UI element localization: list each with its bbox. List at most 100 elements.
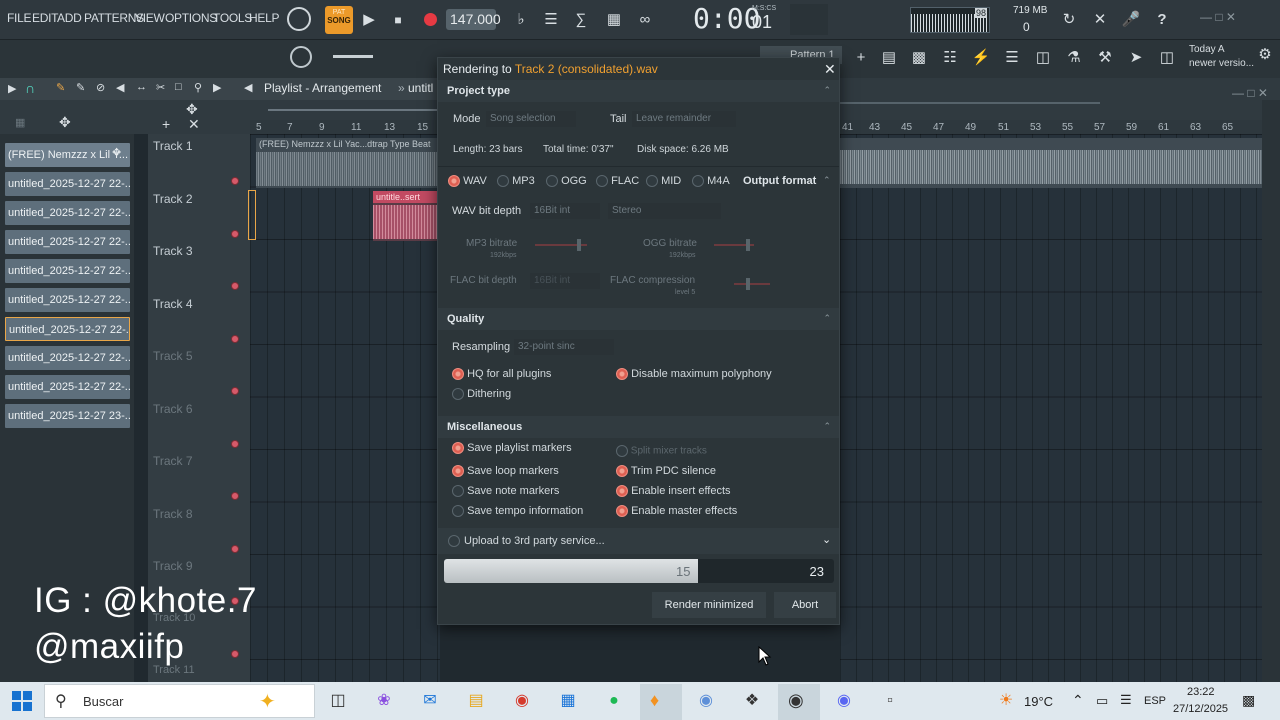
play-icon[interactable]: ▶ <box>358 9 380 31</box>
delete-icon[interactable]: ⊘ <box>96 81 105 94</box>
taskbar-active-app-2[interactable]: ◉ <box>778 684 820 720</box>
spotify-icon[interactable]: ● <box>602 690 626 712</box>
help-icon[interactable]: ? <box>1151 9 1173 31</box>
pattern-item[interactable]: untitled_2025-12-27 22-... <box>5 375 130 399</box>
playlist-window-controls[interactable]: — □ ✕ <box>1232 86 1268 100</box>
quality-header[interactable]: Quality ⌃ <box>438 308 839 330</box>
copilot-icon[interactable]: ❀ <box>372 690 396 712</box>
add-track-icon[interactable]: + <box>162 116 170 132</box>
notepad-icon[interactable]: ▫ <box>878 690 902 712</box>
menu-view[interactable]: VIEW <box>135 11 165 25</box>
window-controls[interactable]: — □ ✕ <box>1200 10 1236 24</box>
menu-add[interactable]: ADD <box>57 11 82 25</box>
flac-compression-slider[interactable] <box>734 278 770 290</box>
playlist-menu-icon[interactable]: ▶ <box>8 82 16 95</box>
format-flac[interactable]: FLAC <box>596 175 639 188</box>
plugin-picker-icon[interactable]: ✕ <box>1089 9 1111 31</box>
pattern-options-icon[interactable]: ✥ <box>112 146 121 159</box>
misc-header[interactable]: Miscellaneous ⌃ <box>438 416 839 438</box>
magnet-icon[interactable]: ∩ <box>25 80 35 96</box>
menu-help[interactable]: HELP <box>249 11 279 25</box>
file-icon[interactable]: ◫ <box>1032 47 1054 69</box>
news-hint-line2[interactable]: newer versio... <box>1189 58 1254 69</box>
pattern-item[interactable]: untitled_2025-12-27 22-... <box>5 259 130 283</box>
speaker-icon[interactable]: ▶ <box>213 81 221 94</box>
enable-insert-effects-option[interactable]: Enable insert effects <box>616 485 731 498</box>
stop-icon[interactable]: ■ <box>387 9 409 31</box>
chevron-down-icon[interactable]: ⌄ <box>822 533 831 546</box>
master-pitch-knob[interactable] <box>290 46 312 68</box>
pattern-item[interactable]: untitled_2025-12-27 22-... <box>5 201 130 225</box>
flac-bitdepth-select[interactable]: 16Bit int <box>530 273 600 289</box>
enable-master-effects-option[interactable]: Enable master effects <box>616 505 737 518</box>
online-icon[interactable]: ⚙ <box>1254 44 1276 66</box>
upload-toggle[interactable] <box>448 535 460 548</box>
track-name[interactable]: Track 8 <box>153 507 193 521</box>
pattern-item[interactable]: untitled_2025-12-27 22-... <box>5 346 130 370</box>
qbittorrent-icon[interactable]: ◉ <box>694 690 718 712</box>
browser-icon[interactable]: ☰ <box>1001 47 1023 69</box>
track-name[interactable]: Track 2 <box>153 192 193 206</box>
project-type-header[interactable]: Project type ⌃ <box>438 80 839 102</box>
select-icon[interactable]: □ <box>175 81 182 93</box>
metronome-icon[interactable]: ♭ <box>510 9 532 31</box>
slice-icon[interactable]: ✂ <box>156 81 165 94</box>
pattern-item[interactable]: untitled_2025-12-27 23-... <box>5 404 130 428</box>
clock-date[interactable]: 27/12/2025 <box>1173 703 1228 715</box>
mode-select[interactable]: Song selection <box>486 111 576 127</box>
reset-icon[interactable]: ↻ <box>1058 9 1080 31</box>
zoom-icon[interactable]: ⚲ <box>194 81 202 94</box>
blend-notes-icon[interactable]: ∞ <box>634 9 656 31</box>
disable-polyphony-option[interactable]: Disable maximum polyphony <box>616 368 772 381</box>
weather-icon[interactable]: ☀ <box>994 690 1018 712</box>
ogg-bitrate-slider[interactable] <box>714 239 754 251</box>
track-mute-led[interactable] <box>231 282 239 290</box>
file-explorer-icon[interactable]: ▤ <box>464 690 488 712</box>
arrow-icon[interactable]: ◀ <box>244 81 252 94</box>
shop-icon[interactable]: ◫ <box>1156 47 1178 69</box>
pattern-item-selected[interactable]: untitled_2025-12-27 22-... <box>5 317 130 341</box>
wait-input-icon[interactable]: ☰ <box>540 9 562 31</box>
record-icon[interactable] <box>424 13 437 26</box>
save-loop-markers-option[interactable]: Save loop markers <box>452 465 559 478</box>
save-tempo-option[interactable]: Save tempo information <box>452 505 583 518</box>
track-name[interactable]: Track 3 <box>153 244 193 258</box>
abort-button[interactable]: Abort <box>774 592 836 618</box>
clock-time[interactable]: 23:22 <box>1187 686 1215 698</box>
pattern-item[interactable]: untitled_2025-12-27 22-... <box>5 230 130 254</box>
discord-icon[interactable]: ◉ <box>832 690 856 712</box>
save-note-markers-option[interactable]: Save note markers <box>452 485 559 498</box>
pat-song-toggle[interactable]: PAT SONG <box>325 6 353 34</box>
audio-clip-track1-continued[interactable] <box>840 138 1262 188</box>
picker-icon[interactable]: ▦ <box>15 116 25 129</box>
windows-start-icon[interactable] <box>12 691 32 711</box>
language-indicator[interactable]: ESP <box>1144 695 1166 707</box>
format-m4a[interactable]: M4A <box>692 175 730 188</box>
timeline-ruler-left[interactable] <box>250 120 440 134</box>
save-playlist-markers-option[interactable]: Save playlist markers <box>452 442 572 455</box>
track-mute-led[interactable] <box>231 387 239 395</box>
outlook-icon[interactable]: ✉ <box>418 690 442 712</box>
pattern-item[interactable]: untitled_2025-12-27 22-... <box>5 288 130 312</box>
taskbar-active-app[interactable]: ♦ <box>640 684 682 720</box>
track-mute-led[interactable] <box>231 492 239 500</box>
render-minimized-button[interactable]: Render minimized <box>652 592 766 618</box>
track-mute-led[interactable] <box>231 230 239 238</box>
vertical-scrollbar[interactable] <box>1262 100 1280 682</box>
track-name[interactable]: Track 1 <box>153 139 193 153</box>
master-volume-knob[interactable] <box>287 7 311 31</box>
davinci-icon[interactable]: ❖ <box>740 690 764 712</box>
time-marker-strip[interactable] <box>256 100 440 120</box>
chevron-up-icon[interactable]: ⌃ <box>823 85 831 96</box>
battery-icon[interactable]: ▭ <box>1096 693 1108 709</box>
close-track-icon[interactable]: ✕ <box>188 116 200 133</box>
slip-icon[interactable]: ↔ <box>136 81 147 93</box>
store-icon[interactable]: ▦ <box>556 690 580 712</box>
hq-plugins-option[interactable]: HQ for all plugins <box>452 368 551 381</box>
master-level-slider[interactable] <box>333 55 373 58</box>
track-mute-led[interactable] <box>231 440 239 448</box>
add-pattern-icon[interactable]: + <box>850 47 872 69</box>
countdown-icon[interactable]: ∑ <box>570 9 592 31</box>
chrome-icon[interactable]: ◉ <box>510 690 534 712</box>
channel-rack-icon[interactable]: ☷ <box>939 47 961 69</box>
